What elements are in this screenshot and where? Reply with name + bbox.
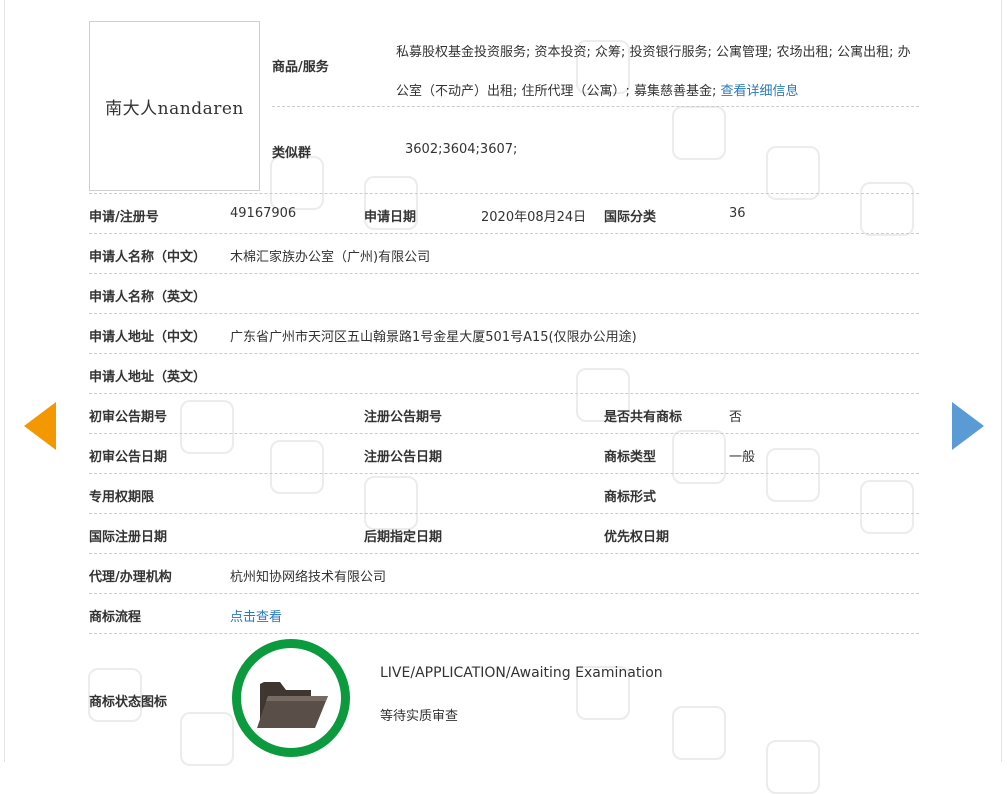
later-date-label: 后期指定日期 — [364, 530, 443, 545]
address-cn-value: 广东省广州市天河区五山翰景路1号金星大厦501号A15(仅限办公用途) — [230, 330, 637, 345]
status-badge — [232, 639, 350, 757]
divider — [89, 273, 919, 274]
status-english: LIVE/APPLICATION/Awaiting Examination — [380, 665, 663, 681]
divider — [89, 473, 919, 474]
shared-value: 否 — [729, 410, 743, 425]
similar-group-label: 类似群 — [272, 146, 312, 161]
goods-label: 商品/服务 — [272, 60, 329, 75]
prelim-date-label: 初审公告日期 — [89, 450, 168, 465]
agent-label: 代理/办理机构 — [89, 570, 172, 585]
intl-reg-date-label: 国际注册日期 — [89, 530, 168, 545]
similar-group-value: 3602;3604;3607; — [405, 142, 518, 157]
divider — [272, 106, 919, 107]
arrow-left-icon[interactable] — [24, 402, 56, 450]
agent-value: 杭州知协网络技术有限公司 — [230, 570, 387, 585]
divider — [89, 593, 919, 594]
applicant-cn-label: 申请人名称（中文） — [89, 250, 207, 265]
reg-pub-date-label: 注册公告日期 — [364, 450, 443, 465]
flow-label: 商标流程 — [89, 610, 142, 625]
divider — [89, 313, 919, 314]
applicant-en-label: 申请人名称（英文） — [89, 290, 207, 305]
intl-class-value: 36 — [729, 206, 746, 221]
goods-services-text: 私募股权基金投资服务; 资本投资; 众筹; 投资银行服务; 公寓管理; 农场出租… — [396, 33, 921, 111]
intl-class-label: 国际分类 — [604, 210, 657, 225]
prelim-no-label: 初审公告期号 — [89, 410, 168, 425]
arrow-right-icon[interactable] — [952, 402, 984, 450]
divider — [89, 633, 919, 634]
status-chinese: 等待实质审查 — [380, 709, 459, 724]
applicant-cn-value: 木棉汇家族办公室（广州)有限公司 — [230, 250, 431, 265]
priority-date-label: 优先权日期 — [604, 530, 670, 545]
divider — [89, 193, 919, 194]
divider — [89, 393, 919, 394]
address-en-label: 申请人地址（英文） — [89, 370, 207, 385]
app-date-label: 申请日期 — [364, 210, 417, 225]
shared-label: 是否共有商标 — [604, 410, 683, 425]
reg-pub-no-label: 注册公告期号 — [364, 410, 443, 425]
app-date-value: 2020年08月24日 — [481, 210, 587, 225]
address-cn-label: 申请人地址（中文） — [89, 330, 207, 345]
reg-no-value: 49167906 — [230, 206, 297, 221]
flow-link[interactable]: 点击查看 — [230, 606, 282, 625]
tm-type-value: 一般 — [729, 450, 756, 465]
status-icon-label: 商标状态图标 — [89, 695, 168, 710]
reg-no-label: 申请/注册号 — [89, 210, 159, 225]
divider — [89, 513, 919, 514]
trademark-logo-text: 南大人nandaren — [105, 98, 244, 119]
goods-more-link[interactable]: 查看详细信息 — [721, 84, 799, 99]
divider — [89, 233, 919, 234]
divider — [89, 353, 919, 354]
trademark-logo-box: 南大人nandaren — [89, 21, 260, 191]
tm-form-label: 商标形式 — [604, 490, 657, 505]
tm-type-label: 商标类型 — [604, 450, 657, 465]
exclusive-period-label: 专用权期限 — [89, 490, 155, 505]
folder-icon — [257, 682, 328, 728]
divider — [89, 553, 919, 554]
goods-list: 私募股权基金投资服务; 资本投资; 众筹; 投资银行服务; 公寓管理; 农场出租… — [396, 45, 911, 99]
divider — [89, 433, 919, 434]
